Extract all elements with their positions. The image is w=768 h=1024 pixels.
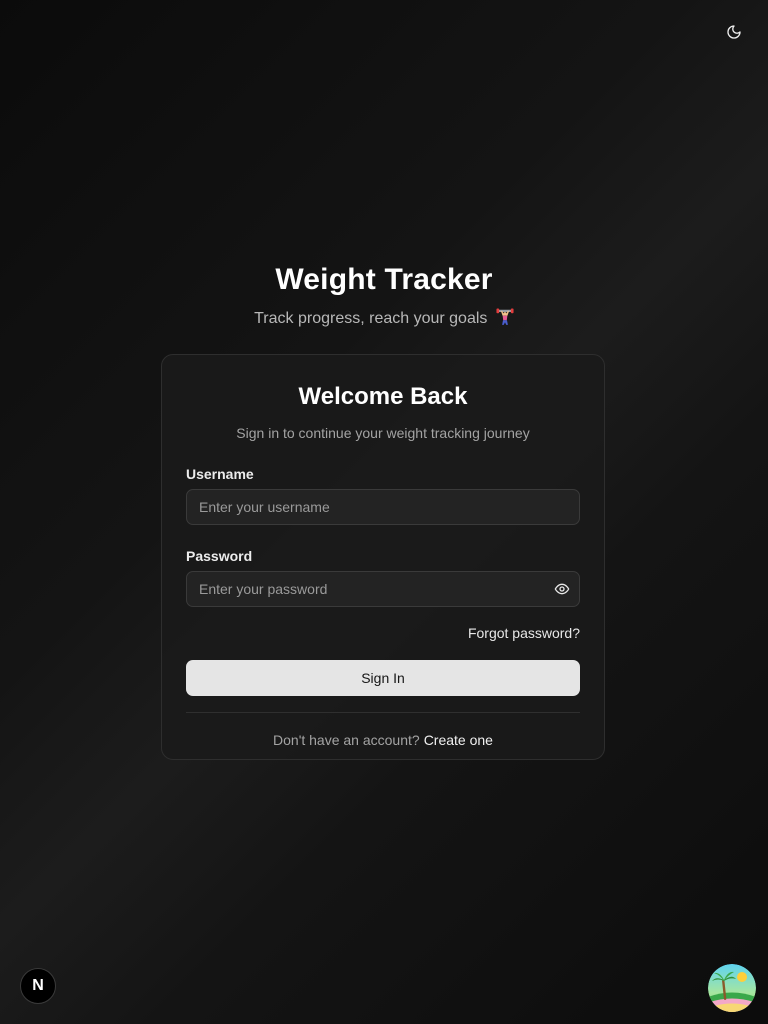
username-input[interactable] [186,489,580,525]
nextjs-icon: N [32,977,44,994]
theme-toggle-button[interactable] [718,16,750,48]
tropical-beach-icon [708,964,756,1012]
username-field-wrapper [186,489,580,525]
app-tagline: Track progress, reach your goals [0,308,768,332]
moon-icon [727,25,741,39]
create-account-link[interactable]: Create one [424,732,493,748]
weight-lifter-icon [496,308,514,332]
tagline-text: Track progress, reach your goals [254,310,488,327]
eye-icon [554,583,570,595]
show-password-button[interactable] [552,579,572,599]
forgot-password-row: Forgot password? [186,624,580,643]
forgot-password-link[interactable]: Forgot password? [468,625,580,641]
login-card: Welcome Back Sign in to continue your we… [161,354,605,760]
card-title: Welcome Back [298,383,468,410]
password-label: Password [186,548,253,564]
app-header: Weight Tracker Track progress, reach you… [0,262,768,332]
nextjs-dev-badge[interactable]: N [20,968,56,1004]
username-label: Username [186,466,254,482]
signup-prompt: Don't have an account? [273,732,420,748]
card-subtitle: Sign in to continue your weight tracking… [236,425,530,441]
signup-row: Don't have an account? Create one [186,731,580,749]
password-input[interactable] [186,571,580,607]
sign-in-button[interactable]: Sign In [186,660,580,696]
divider [186,712,580,713]
password-field-wrapper [186,571,580,607]
avatar[interactable] [708,964,756,1012]
app-title: Weight Tracker [275,263,493,296]
